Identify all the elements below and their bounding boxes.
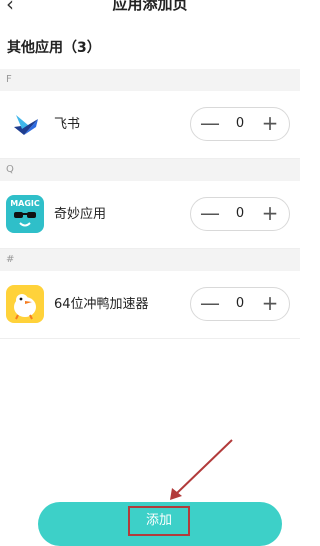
top-bar: ‹ 应用添加页 (0, 0, 300, 20)
group-header-hash: # (0, 249, 300, 271)
quantity-stepper: — 0 + (190, 107, 290, 141)
minus-icon[interactable]: — (193, 108, 227, 140)
app-name: 奇妙应用 (54, 207, 107, 222)
plus-icon[interactable]: + (253, 198, 287, 230)
quantity-value: 0 (235, 296, 245, 311)
duck-icon (6, 285, 44, 323)
quantity-value: 0 (235, 206, 245, 221)
magic-app-icon: MAGIC (6, 195, 44, 233)
group-header-f: F (0, 69, 300, 91)
app-row-duck: 64位冲鸭加速器 — 0 + (0, 271, 300, 339)
plus-icon[interactable]: + (253, 288, 287, 320)
app-name: 64位冲鸭加速器 (54, 297, 149, 312)
section-heading: 其他应用（3） (7, 40, 101, 56)
minus-icon[interactable]: — (193, 288, 227, 320)
app-name: 飞书 (54, 117, 81, 132)
minus-icon[interactable]: — (193, 198, 227, 230)
feishu-icon (6, 105, 44, 143)
quantity-value: 0 (235, 116, 245, 131)
quantity-stepper: — 0 + (190, 287, 290, 321)
page-title: 应用添加页 (112, 0, 188, 13)
group-header-q: Q (0, 159, 300, 181)
app-row-feishu: 飞书 — 0 + (0, 91, 300, 159)
app-row-magic: MAGIC 奇妙应用 — 0 + (0, 181, 300, 249)
quantity-stepper: — 0 + (190, 197, 290, 231)
add-button-label: 添加 (128, 506, 190, 536)
plus-icon[interactable]: + (253, 108, 287, 140)
